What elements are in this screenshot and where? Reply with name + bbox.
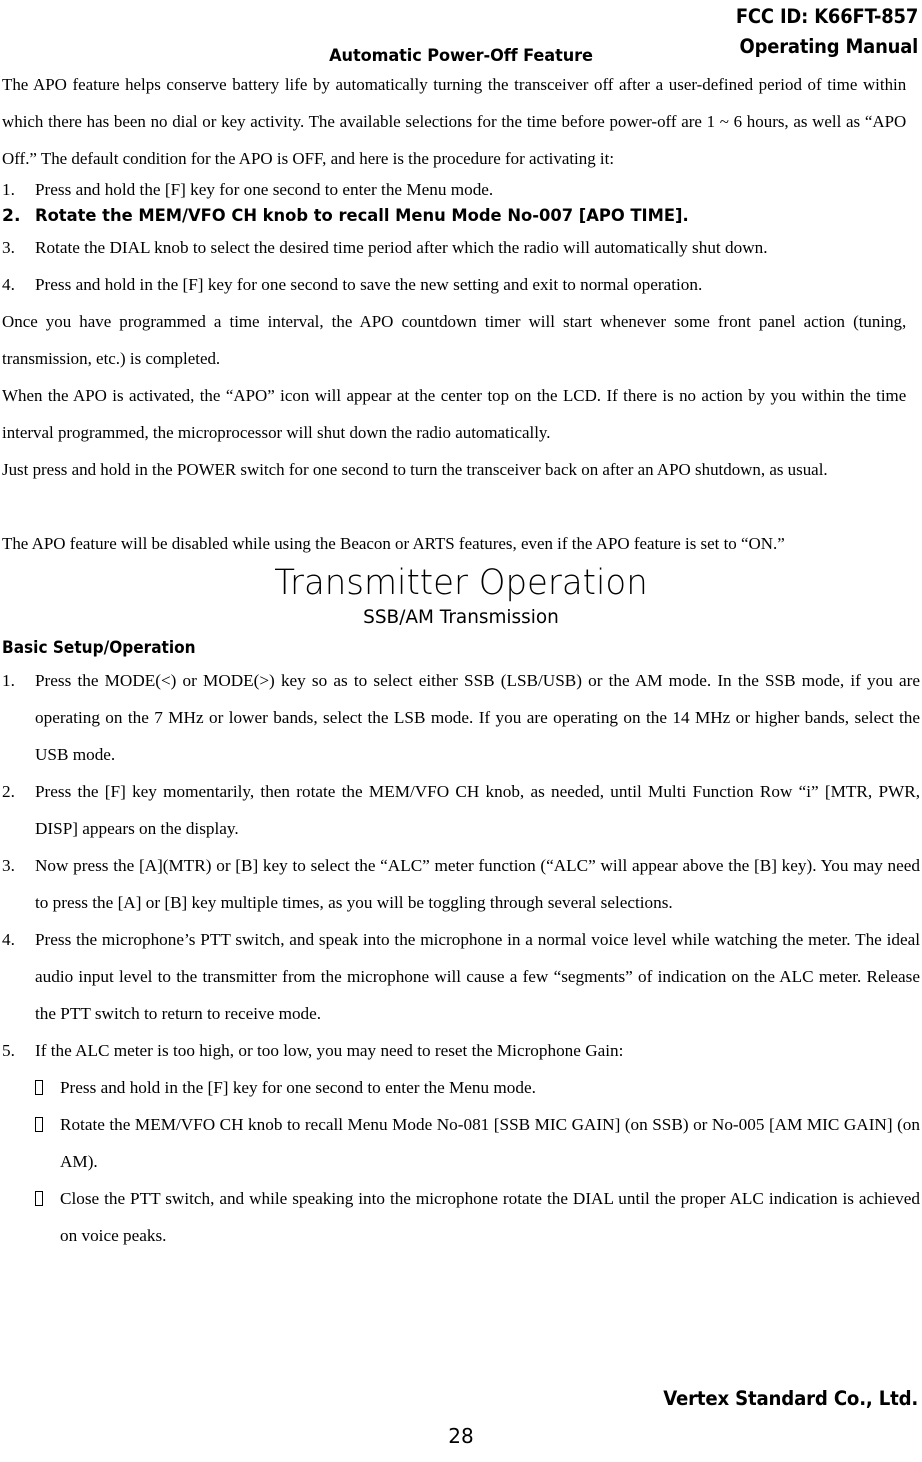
apo-step-1-number: 1.: [2, 180, 15, 199]
transmitter-step-3: 3. Now press the [A](MTR) or [B] key to s…: [2, 847, 920, 921]
apo-step-4: 4. Press and hold in the [F] key for one …: [2, 266, 920, 303]
transmitter-step-3-number: 3.: [2, 856, 15, 875]
box-bullet-icon: [35, 1191, 43, 1206]
transmitter-step-5-text: If the ALC meter is too high, or too low…: [35, 1041, 624, 1060]
apo-paragraph-2: When the APO is activated, the “APO” ico…: [2, 386, 907, 442]
mic-gain-substep-1: Press and hold in the [F] key for one se…: [2, 1069, 920, 1106]
transmitter-steps-list: 1. Press the MODE(<) or MODE(>) key so as…: [2, 662, 920, 1069]
transmitter-step-5-number: 5.: [2, 1041, 15, 1060]
basic-setup-operation-heading: Basic Setup/Operation: [2, 638, 196, 657]
mic-gain-substep-3-text: Close the PTT switch, and while speaking…: [60, 1189, 920, 1245]
apo-step-2: 2. Rotate the MEM/VFO CH knob to recall M…: [2, 203, 920, 229]
mic-gain-substep-2: Rotate the MEM/VFO CH knob to recall Men…: [2, 1106, 920, 1180]
mic-gain-substeps-list: Press and hold in the [F] key for one se…: [2, 1069, 920, 1254]
transmitter-step-5: 5. If the ALC meter is too high, or too l…: [2, 1032, 920, 1069]
transmitter-step-4-number: 4.: [2, 930, 15, 949]
transmitter-step-2-text: Press the [F] key momentarily, then rota…: [35, 782, 920, 838]
apo-steps-list-cont: 3. Rotate the DIAL knob to select the des…: [2, 229, 920, 303]
transmitter-step-4-text: Press the microphone’s PTT switch, and s…: [35, 930, 920, 1023]
apo-note-paragraph: The APO feature will be disabled while u…: [2, 534, 785, 553]
transmitter-step-2: 2. Press the [F] key momentarily, then ro…: [2, 773, 920, 847]
apo-step-3-number: 3.: [2, 238, 15, 257]
ssb-am-transmission-subtitle: SSB/AM Transmission: [363, 606, 559, 628]
apo-paragraph-1: Once you have programmed a time interval…: [2, 312, 907, 368]
mic-gain-substep-3: Close the PTT switch, and while speaking…: [2, 1180, 920, 1254]
transmitter-operation-title: Transmitter Operation: [274, 563, 648, 603]
mic-gain-substep-1-text: Press and hold in the [F] key for one se…: [60, 1078, 536, 1097]
transmitter-step-1: 1. Press the MODE(<) or MODE(>) key so as…: [2, 662, 920, 773]
apo-step-1: 1. Press and hold the [F] key for one sec…: [2, 177, 920, 203]
page-content: Automatic Power-Off Feature The APO feat…: [2, 0, 920, 1254]
transmitter-step-1-text: Press the MODE(<) or MODE(>) key so as t…: [35, 671, 920, 764]
apo-intro-paragraph: The APO feature helps conserve battery l…: [2, 75, 907, 168]
transmitter-step-1-number: 1.: [2, 671, 15, 690]
mic-gain-substep-2-text: Rotate the MEM/VFO CH knob to recall Men…: [60, 1115, 920, 1171]
apo-step-4-number: 4.: [2, 275, 15, 294]
footer-company-name: Vertex Standard Co., Ltd.: [663, 1387, 918, 1410]
apo-step-2-text: Rotate the MEM/VFO CH knob to recall Men…: [35, 206, 689, 226]
apo-step-1-text: Press and hold the [F] key for one secon…: [35, 180, 494, 199]
apo-step-3-text: Rotate the DIAL knob to select the desir…: [35, 238, 768, 257]
apo-steps-list: 1. Press and hold the [F] key for one sec…: [2, 177, 920, 229]
page-number: 28: [448, 1424, 474, 1448]
blank-line-spacer: [2, 488, 920, 525]
transmitter-step-2-number: 2.: [2, 782, 15, 801]
apo-section-title: Automatic Power-Off Feature: [329, 46, 593, 66]
box-bullet-icon: [35, 1117, 43, 1132]
apo-step-2-number: 2.: [2, 206, 21, 226]
apo-step-3: 3. Rotate the DIAL knob to select the des…: [2, 229, 920, 266]
transmitter-step-4: 4. Press the microphone’s PTT switch, and…: [2, 921, 920, 1032]
apo-step-4-text: Press and hold in the [F] key for one se…: [35, 275, 703, 294]
box-bullet-icon: [35, 1080, 43, 1095]
apo-paragraph-3: Just press and hold in the POWER switch …: [2, 460, 828, 479]
transmitter-step-3-text: Now press the [A](MTR) or [B] key to sel…: [35, 856, 920, 912]
document-page: FCC ID: K66FT-857 Operating Manual Autom…: [0, 0, 922, 1462]
